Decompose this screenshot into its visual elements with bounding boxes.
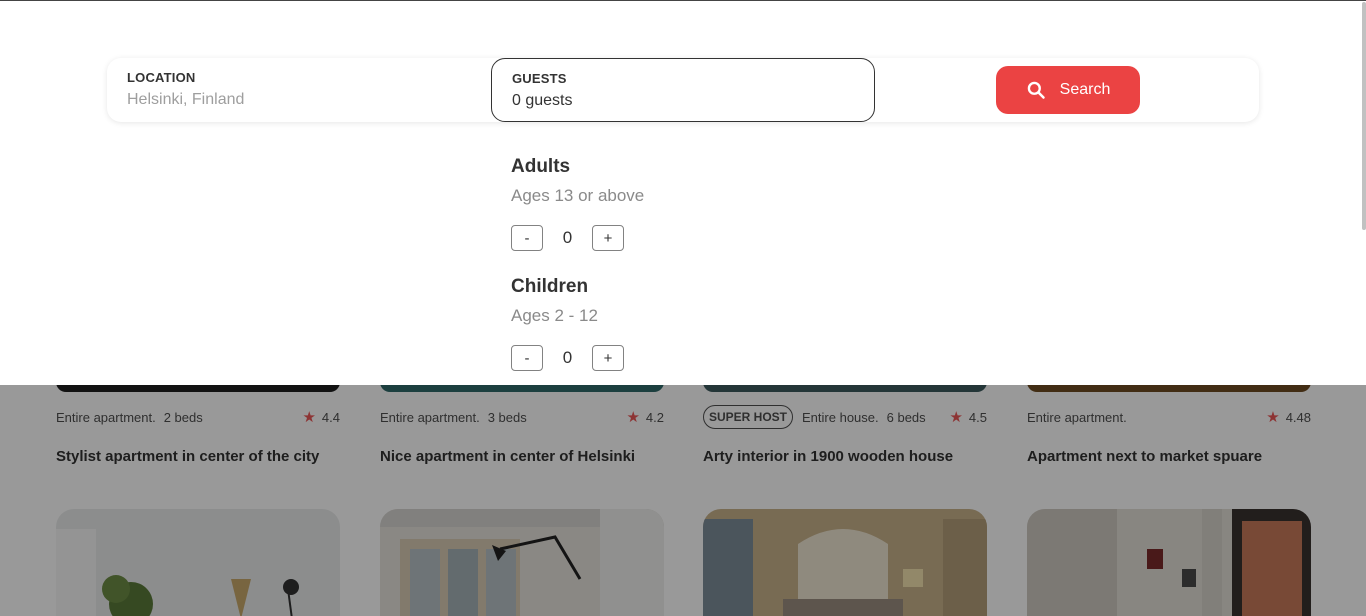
children-count: 0 <box>562 348 573 367</box>
adults-title: Adults <box>511 156 571 177</box>
adults-group: Adults Ages 13 or above - 0 + <box>511 156 811 251</box>
children-increment-button[interactable]: + <box>592 345 624 371</box>
location-label: LOCATION <box>127 70 196 85</box>
search-drawer: LOCATION Helsinki, Finland GUESTS 0 gues… <box>0 0 1366 385</box>
adults-subtitle: Ages 13 or above <box>511 186 645 205</box>
location-field[interactable]: LOCATION Helsinki, Finland <box>107 58 491 122</box>
adults-stepper: - 0 + <box>511 225 811 251</box>
search-bar: LOCATION Helsinki, Finland GUESTS 0 gues… <box>107 58 1259 122</box>
children-subtitle: Ages 2 - 12 <box>511 306 598 325</box>
location-input[interactable]: Helsinki, Finland <box>127 91 471 109</box>
guest-selector: Adults Ages 13 or above - 0 + Children A… <box>511 156 811 371</box>
page-scrollbar[interactable] <box>1360 0 1366 616</box>
adults-count: 0 <box>562 228 573 247</box>
children-stepper: - 0 + <box>511 345 811 371</box>
guests-value[interactable]: 0 guests <box>512 92 854 110</box>
search-icon <box>1027 81 1045 99</box>
guests-field[interactable]: GUESTS 0 guests <box>491 58 875 122</box>
scrollbar-thumb[interactable] <box>1362 2 1366 230</box>
children-title: Children <box>511 276 589 297</box>
adults-increment-button[interactable]: + <box>592 225 624 251</box>
search-button[interactable]: Search <box>996 66 1140 114</box>
children-group: Children Ages 2 - 12 - 0 + <box>511 276 811 371</box>
search-button-label: Search <box>1059 81 1111 98</box>
children-decrement-button[interactable]: - <box>511 345 543 371</box>
adults-decrement-button[interactable]: - <box>511 225 543 251</box>
guests-label: GUESTS <box>512 71 567 86</box>
